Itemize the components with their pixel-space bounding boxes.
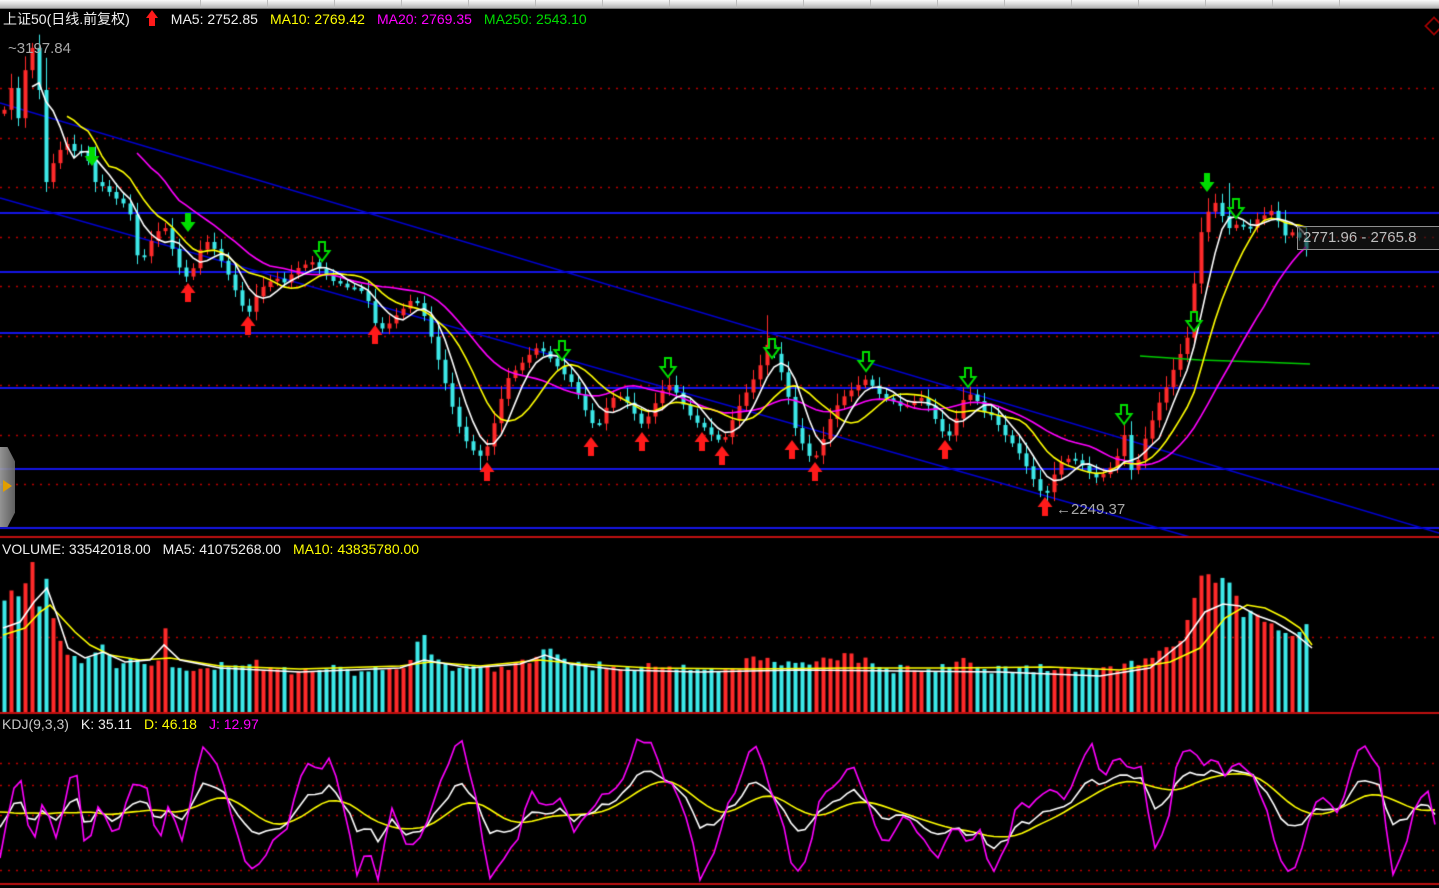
scrollbar-tick — [669, 0, 670, 8]
scrollbar-tick — [1339, 0, 1340, 8]
peak-price-label: ~3197.84 — [8, 40, 71, 57]
ma10-value: MA10: 2769.42 — [270, 11, 365, 27]
kdj-d-value: D: 46.18 — [144, 716, 197, 732]
chart-canvas[interactable] — [0, 0, 1439, 888]
scrollbar-tick — [200, 0, 201, 8]
volume-ma5-value: MA5: 41075268.00 — [163, 541, 281, 557]
scrollbar-tick — [535, 0, 536, 8]
symbol-title: 上证50(日线.前复权) — [3, 11, 130, 27]
kdj-panel-header: KDJ(9,3,3) K: 35.11 D: 46.18 J: 12.97 — [2, 715, 271, 733]
scrollbar-tick — [1272, 0, 1273, 8]
expand-arrow-icon — [3, 480, 12, 492]
ma5-value: MA5: 2752.85 — [171, 11, 258, 27]
volume-ma10-value: MA10: 43835780.00 — [293, 541, 419, 557]
sidebar-expand-handle[interactable] — [0, 447, 15, 527]
scrollbar-tick — [803, 0, 804, 8]
scrollbar-tick — [870, 0, 871, 8]
kdj-k-value: K: 35.11 — [81, 716, 132, 732]
scrollbar-tick — [468, 0, 469, 8]
scrollbar-tick — [267, 0, 268, 8]
measure-tooltip: 2771.96 - 2765.8 — [1297, 226, 1439, 250]
scrollbar-tick — [602, 0, 603, 8]
main-chart-header: 上证50(日线.前复权) MA5: 2752.85 MA10: 2769.42 MA2… — [3, 10, 599, 28]
trough-price-label: ←2249.37 — [1056, 501, 1125, 518]
kdj-j-value: J: 12.97 — [209, 716, 259, 732]
scrollbar-tick — [937, 0, 938, 8]
volume-panel-header: VOLUME: 33542018.00 MA5: 41075268.00 MA10:… — [2, 540, 431, 558]
ma250-value: MA250: 2543.10 — [484, 11, 587, 27]
up-arrow-icon — [146, 10, 159, 26]
scrollbar-tick — [1138, 0, 1139, 8]
scrollbar-tick — [334, 0, 335, 8]
horizontal-scrollbar[interactable] — [0, 0, 1439, 9]
scrollbar-tick — [1205, 0, 1206, 8]
ma20-value: MA20: 2769.35 — [377, 11, 472, 27]
volume-value: VOLUME: 33542018.00 — [2, 541, 151, 557]
scrollbar-tick — [736, 0, 737, 8]
scrollbar-tick — [401, 0, 402, 8]
scrollbar-tick — [1071, 0, 1072, 8]
trading-app-window: 上证50(日线.前复权) MA5: 2752.85 MA10: 2769.42 MA2… — [0, 0, 1439, 888]
kdj-indicator-label: KDJ(9,3,3) — [2, 716, 69, 732]
scrollbar-tick — [1004, 0, 1005, 8]
